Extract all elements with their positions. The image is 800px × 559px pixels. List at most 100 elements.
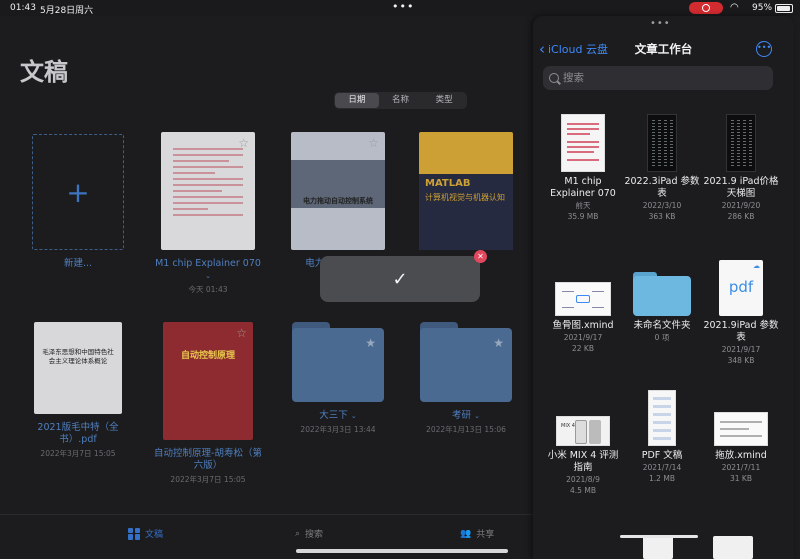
file-meta: 2022年3月7日 15:05: [170, 475, 246, 484]
file-size: 363 KB: [648, 212, 676, 221]
file-date: 2021/8/9: [566, 475, 600, 484]
screen-record-icon[interactable]: [689, 2, 723, 14]
tab-shared[interactable]: 👥 共享: [460, 527, 495, 541]
tab-documents[interactable]: 文稿: [128, 527, 163, 540]
checkmark-icon: ✓: [392, 268, 408, 290]
tab-search[interactable]: ⌕ 搜索: [295, 527, 324, 541]
mindmap-thumbnail: [714, 412, 768, 446]
file-item[interactable]: MIX 4 小米 MIX 4 评测指南 2021/8/9 4.5 MB: [543, 382, 623, 496]
thumbnail-text: MATLAB: [425, 178, 471, 189]
file-size: 1.2 MB: [649, 474, 675, 483]
file-item[interactable]: 2021.9 iPad价格天梯图 2021/9/20 286 KB: [701, 108, 781, 222]
people-icon: 👥: [460, 528, 472, 539]
file-item[interactable]: ☁ pdf 2021.9iPad 参数表 2021/9/17 348 KB: [701, 252, 781, 366]
sort-by-name[interactable]: 名称: [379, 93, 423, 108]
folder-icon: ★: [292, 322, 384, 402]
file-date: 2021/9/20: [721, 201, 761, 210]
slide-over-home-indicator[interactable]: [620, 535, 698, 538]
new-document-tile[interactable]: + 新建...: [22, 134, 134, 270]
file-name: 鱼骨图.xmind: [552, 320, 614, 331]
folder-icon: ★: [420, 322, 512, 402]
folder-count: 0 项: [654, 333, 670, 342]
sort-segmented-control[interactable]: 日期 名称 类型: [334, 92, 467, 109]
file-size: 4.5 MB: [570, 486, 596, 495]
file-name: 2021.9 iPad价格天梯图: [703, 176, 779, 199]
chevron-down-icon[interactable]: ⌄: [205, 272, 211, 280]
folder-tile[interactable]: ★ 考研 ⌄ 2022年1月13日 15:06: [410, 322, 522, 435]
search-bar[interactable]: [543, 66, 773, 90]
file-item[interactable]: 2022.3iPad 参数表 2022/3/10 363 KB: [622, 108, 702, 222]
file-name: 2021版毛中特（全书）.pdf: [37, 422, 119, 445]
mindmap-thumbnail: [555, 282, 611, 316]
folder-meta: 2022年3月3日 13:44: [300, 425, 376, 434]
status-bar: 01:43 5月28日周六 ••• ◠ 95%: [0, 0, 800, 16]
search-icon: ⌕: [295, 528, 301, 539]
chevron-down-icon[interactable]: ⌄: [474, 412, 480, 420]
file-date: 2021/9/17: [721, 345, 761, 354]
close-icon[interactable]: ✕: [474, 250, 487, 263]
pdf-label: pdf: [728, 278, 754, 296]
file-tile[interactable]: ☆ 电力拖动自动控制系统 电力拖...系统...: [282, 132, 394, 270]
file-name: M1 chip Explainer 070: [550, 176, 616, 199]
file-name: 小米 MIX 4 评测指南: [547, 450, 619, 473]
folder-tile[interactable]: ★ 大三下 ⌄ 2022年3月3日 13:44: [282, 322, 394, 435]
star-icon: ★: [365, 336, 376, 350]
file-tile[interactable]: ☆ 自动控制原理 自动控制原理-胡寿松（第六版） 2022年3月7日 15:05: [152, 322, 264, 485]
sort-by-type[interactable]: 类型: [422, 93, 466, 108]
tab-label: 共享: [476, 530, 495, 540]
tab-label: 文稿: [145, 530, 164, 540]
multitasking-dots-icon[interactable]: •••: [392, 0, 414, 13]
file-date: 2022/3/10: [642, 201, 682, 210]
document-thumbnail: ☆ 电力拖动自动控制系统: [291, 132, 385, 250]
file-size: 35.9 MB: [567, 212, 599, 221]
plus-icon: +: [32, 134, 124, 250]
sort-by-date[interactable]: 日期: [335, 93, 379, 108]
page-title: 文稿: [20, 58, 68, 86]
file-item[interactable]: PDF 文稿 2021/7/14 1.2 MB: [622, 382, 702, 484]
tab-label: 搜索: [305, 530, 324, 540]
document-thumbnail: MIX 4: [556, 416, 610, 446]
battery-icon: [775, 4, 793, 13]
folder-name: 未命名文件夹: [633, 320, 691, 331]
search-input[interactable]: [563, 72, 763, 84]
file-size: 348 KB: [727, 356, 755, 365]
file-tile[interactable]: ☆ M1 chip Explainer 070 ⌄ 今天 01:43: [152, 132, 264, 295]
more-options-icon[interactable]: •••: [756, 41, 772, 57]
drag-handle-icon[interactable]: •••: [650, 18, 671, 29]
file-date: 2021/7/14: [642, 463, 682, 472]
file-item[interactable]: M1 chip Explainer 070 前天 35.9 MB: [543, 108, 623, 222]
star-icon: ★: [493, 336, 504, 350]
chevron-down-icon[interactable]: ⌄: [351, 412, 357, 420]
file-name: 2022.3iPad 参数表: [624, 176, 700, 199]
file-item[interactable]: 拖放.xmind 2021/7/11 31 KB: [701, 382, 781, 484]
document-thumbnail: [561, 114, 605, 172]
file-name: PDF 文稿: [641, 450, 683, 461]
file-name: M1 chip Explainer 070: [155, 258, 261, 269]
panel-title: 文章工作台: [634, 42, 693, 56]
document-thumbnail[interactable]: [713, 536, 753, 559]
success-toast: ✓: [320, 256, 480, 302]
file-meta: 2022年3月7日 15:05: [40, 449, 116, 458]
file-name: 拖放.xmind: [715, 450, 767, 461]
file-meta: 今天 01:43: [188, 285, 228, 294]
file-tile[interactable]: 毛泽东思想和中国特色社会主义理论体系概论 2021版毛中特（全书）.pdf 20…: [22, 322, 134, 459]
document-thumbnail: ☆ 自动控制原理: [163, 322, 253, 440]
file-name: 2021.9iPad 参数表: [703, 320, 779, 343]
document-thumbnail: [647, 114, 677, 172]
search-icon: [549, 73, 559, 83]
document-thumbnail[interactable]: [643, 536, 673, 559]
home-indicator[interactable]: [296, 549, 508, 553]
document-thumbnail: MATLAB 计算机视觉与机器认知: [419, 132, 513, 250]
thumbnail-text: 毛泽东思想和中国特色社会主义理论体系概论: [42, 348, 114, 365]
folder-icon: [633, 272, 691, 316]
folder-item[interactable]: 未命名文件夹 0 项: [622, 252, 702, 343]
document-thumbnail: [648, 390, 676, 446]
file-date: 2021/9/17: [563, 333, 603, 342]
file-date: 前天: [575, 201, 591, 210]
file-item[interactable]: 鱼骨图.xmind 2021/9/17 22 KB: [543, 252, 623, 354]
file-name: 自动控制原理-胡寿松（第六版）: [154, 448, 262, 471]
thumbnail-text: 电力拖动自动控制系统: [303, 197, 373, 205]
file-size: 31 KB: [730, 474, 752, 483]
file-name: 新建...: [63, 258, 93, 269]
status-time: 01:43: [10, 3, 36, 13]
